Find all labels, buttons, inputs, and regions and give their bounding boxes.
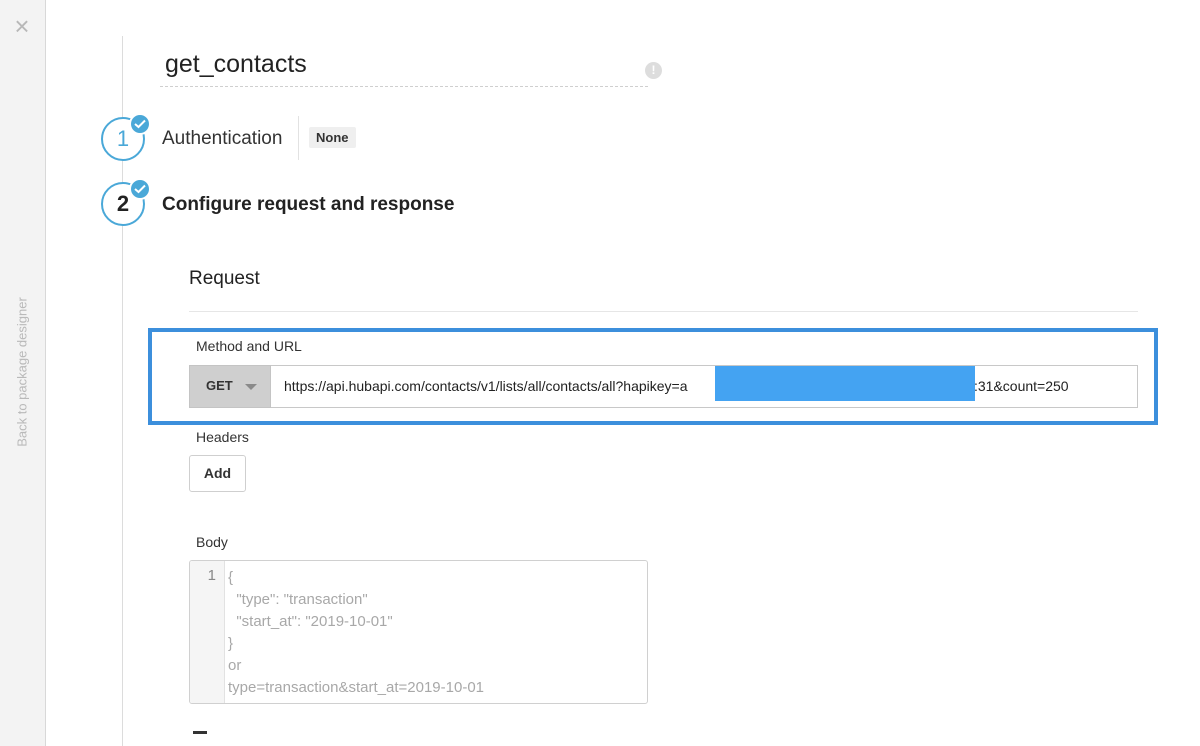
check-icon xyxy=(129,178,151,200)
step-1-divider xyxy=(298,116,299,160)
code-line: "type": "transaction" xyxy=(228,591,368,608)
url-input[interactable]: https://api.hubapi.com/contacts/v1/lists… xyxy=(271,365,1138,408)
url-text-start: https://api.hubapi.com/contacts/v1/lists… xyxy=(284,378,688,394)
code-line: or xyxy=(228,657,242,674)
section-divider xyxy=(189,311,1138,312)
code-line: "start_at": "2019-10-01" xyxy=(228,613,393,630)
auth-type-badge: None xyxy=(309,127,356,148)
chevron-down-icon xyxy=(245,384,257,390)
page: × Back to package designer get_contacts … xyxy=(0,0,1200,746)
check-icon xyxy=(129,113,151,135)
method-select[interactable]: GET xyxy=(189,365,271,408)
url-text-end: :31&count=250 xyxy=(974,378,1069,394)
code-line: } xyxy=(228,635,234,652)
request-section-title: Request xyxy=(189,268,260,289)
code-line: { xyxy=(228,569,234,586)
back-to-package-designer-link[interactable]: Back to package designer xyxy=(15,297,30,447)
left-rail: × Back to package designer xyxy=(0,0,46,746)
body-label: Body xyxy=(196,534,228,550)
step-2-label[interactable]: Configure request and response xyxy=(162,194,454,216)
line-number: 1 xyxy=(207,567,216,584)
add-header-button[interactable]: Add xyxy=(189,455,246,492)
method-url-label: Method and URL xyxy=(196,338,302,354)
next-section-peek xyxy=(193,731,207,734)
code-lines: { "type": "transaction" "start_at": "201… xyxy=(228,567,484,699)
code-line: type=transaction&start_at=2019-10-01 xyxy=(228,679,485,696)
page-title[interactable]: get_contacts xyxy=(165,50,307,79)
headers-label: Headers xyxy=(196,429,249,445)
title-underline xyxy=(160,86,648,87)
body-code-editor[interactable]: 1 { "type": "transaction" "start_at": "2… xyxy=(189,560,648,704)
method-value: GET xyxy=(206,378,233,393)
redaction-block xyxy=(715,366,975,401)
step-1-label[interactable]: Authentication xyxy=(162,128,282,150)
editor-gutter: 1 xyxy=(190,561,225,703)
info-icon[interactable]: ! xyxy=(645,62,662,79)
close-icon[interactable]: × xyxy=(12,13,32,39)
